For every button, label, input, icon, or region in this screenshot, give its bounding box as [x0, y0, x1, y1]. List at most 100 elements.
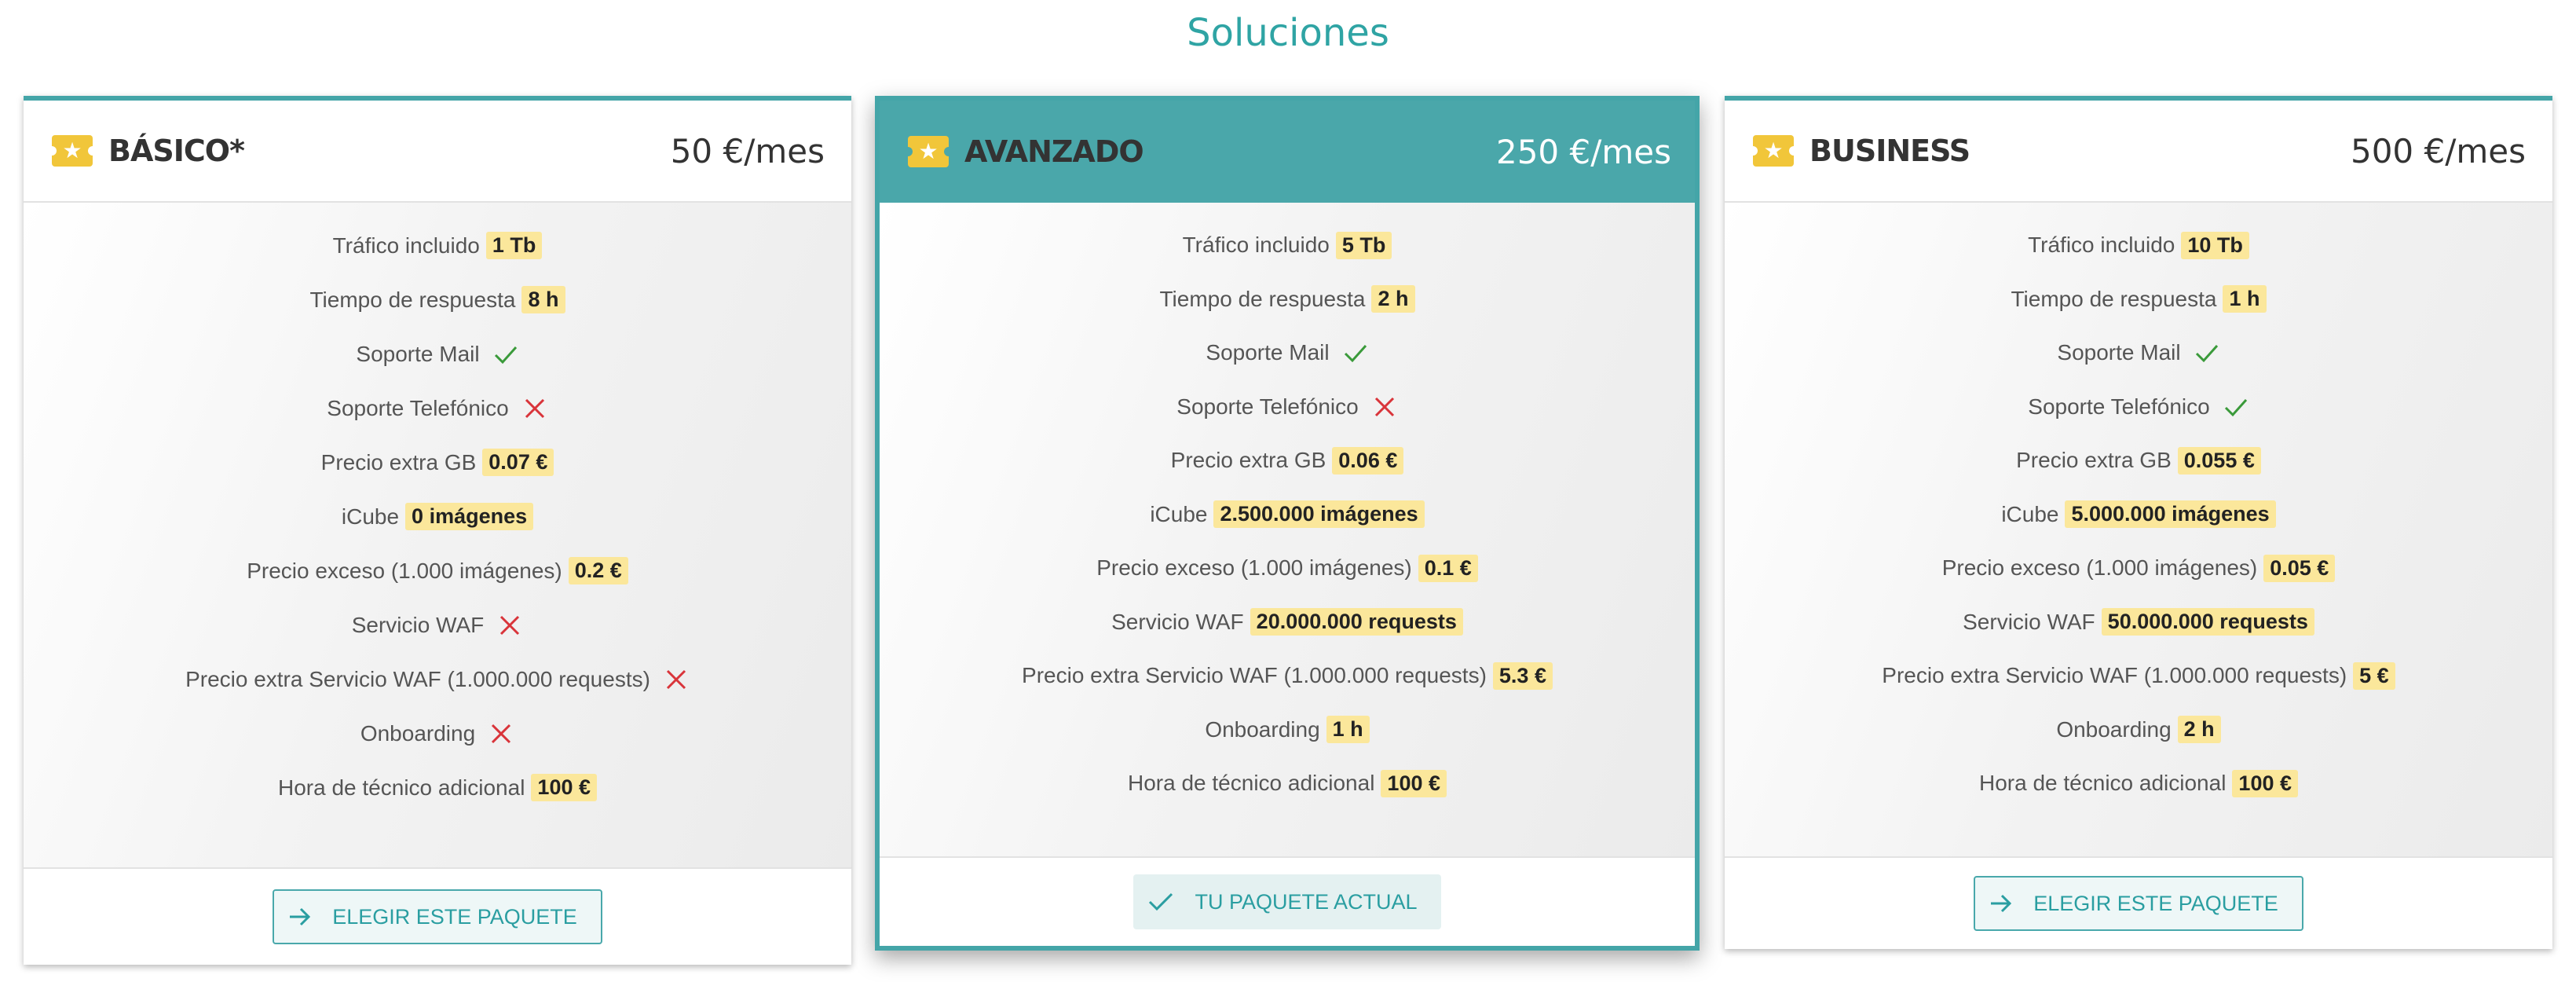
feature-value-badge: 5 Tb [1335, 231, 1392, 259]
cross-icon [488, 720, 514, 747]
plan-price: 50 €/mes [670, 131, 825, 170]
features-list: Tráfico incluido 5 Tb Tiempo de respuesta 2… [880, 203, 1695, 856]
feature-label: Servicio WAF [1963, 609, 2095, 634]
feature-row: Hora de técnico adicional 100 € [24, 760, 851, 815]
features-list: Tráfico incluido 10 Tb Tiempo de respuesta… [1725, 203, 2552, 856]
feature-label: Hora de técnico adicional [1128, 771, 1375, 796]
feature-row: Precio extra GB 0.055 € [1725, 434, 2552, 488]
feature-value-badge: 1 Tb [485, 232, 543, 259]
feature-value-badge: 20.000.000 requests [1250, 608, 1463, 636]
feature-value-badge: 0.06 € [1332, 446, 1404, 475]
feature-value-badge: 100 € [531, 774, 597, 801]
cross-icon [663, 666, 690, 693]
feature-row: Soporte Mail [1725, 326, 2552, 380]
feature-value-badge: 2 h [2177, 716, 2221, 744]
feature-row: Servicio WAF [24, 598, 851, 652]
feature-label: Tiempo de respuesta [309, 287, 516, 312]
feature-label: Precio extra GB [320, 449, 477, 475]
feature-value-badge: 0.055 € [2177, 446, 2261, 475]
feature-label: Hora de técnico adicional [1979, 771, 2227, 796]
feature-value-badge: 100 € [2232, 769, 2298, 797]
feature-row: Hora de técnico adicional 100 € [880, 757, 1695, 811]
feature-row: Servicio WAF 50.000.000 requests [1725, 595, 2552, 650]
check-icon [1149, 892, 1173, 911]
feature-label: Soporte Mail [356, 341, 480, 366]
feature-label: Tiempo de respuesta [1159, 286, 1366, 311]
plan-footer: TU PAQUETE ACTUAL [880, 856, 1695, 946]
choose-plan-button[interactable]: ELEGIR ESTE PAQUETE [1974, 876, 2303, 931]
feature-row: Servicio WAF 20.000.000 requests [880, 595, 1695, 650]
ticket-icon: ★ [903, 136, 953, 167]
plan-header: ★ BUSINESS 500 €/mes [1725, 101, 2552, 203]
feature-row: Precio exceso (1.000 imágenes) 0.05 € [1725, 541, 2552, 595]
feature-row: Tiempo de respuesta 1 h [1725, 273, 2552, 327]
plan-card-avanzado: ★ AVANZADO 250 €/mes Tráfico incluido 5 T… [875, 96, 1700, 951]
feature-row: Precio extra Servicio WAF (1.000.000 req… [1725, 649, 2552, 703]
features-list: Tráfico incluido 1 Tb Tiempo de respuesta 8… [24, 203, 851, 867]
feature-value-badge: 1 h [1326, 716, 1370, 744]
feature-label: Onboarding [1205, 716, 1320, 742]
cross-icon [496, 612, 523, 639]
feature-label: Soporte Telefónico [2028, 394, 2210, 419]
feature-value-badge: 100 € [1381, 769, 1447, 797]
plan-price: 500 €/mes [2350, 131, 2526, 170]
feature-row: Precio extra GB 0.07 € [24, 435, 851, 489]
feature-label: Soporte Mail [1206, 340, 1330, 365]
feature-value-badge: 0 imágenes [405, 503, 534, 530]
feature-label: Precio exceso (1.000 imágenes) [1096, 555, 1412, 581]
arrow-right-icon [1991, 894, 2012, 913]
check-icon [2194, 339, 2220, 366]
feature-row: Tiempo de respuesta 2 h [880, 273, 1695, 327]
feature-row: Soporte Mail [24, 327, 851, 381]
feature-row: Hora de técnico adicional 100 € [1725, 757, 2552, 811]
choose-plan-button[interactable]: ELEGIR ESTE PAQUETE [273, 889, 602, 944]
plan-card-basico: ★ BÁSICO* 50 €/mes Tráfico incluido 1 Tb T… [24, 96, 851, 965]
feature-label: Soporte Mail [2057, 340, 2181, 365]
ticket-icon: ★ [1748, 135, 1798, 167]
arrow-right-icon [290, 907, 311, 926]
feature-row: Precio extra Servicio WAF (1.000.000 req… [24, 652, 851, 706]
plan-name: BÁSICO* [108, 134, 245, 168]
ticket-icon: ★ [47, 135, 97, 167]
feature-value-badge: 5 € [2353, 661, 2395, 690]
feature-label: Servicio WAF [1111, 609, 1244, 634]
feature-value-badge: 5.3 € [1492, 661, 1553, 690]
feature-label: iCube [1150, 501, 1208, 526]
cross-icon [1371, 394, 1398, 420]
plan-footer: ELEGIR ESTE PAQUETE [1725, 856, 2552, 949]
feature-value-badge: 0.07 € [482, 449, 554, 476]
feature-row: Tiempo de respuesta 8 h [24, 273, 851, 327]
button-label: ELEGIR ESTE PAQUETE [2033, 891, 2278, 915]
plan-footer: ELEGIR ESTE PAQUETE [24, 867, 851, 965]
feature-row: Tráfico incluido 1 Tb [24, 218, 851, 273]
feature-row: Soporte Telefónico [1725, 380, 2552, 434]
plan-name: BUSINESS [1809, 134, 1970, 168]
plan-price: 250 €/mes [1495, 132, 1671, 171]
feature-label: Tráfico incluido [1182, 233, 1330, 258]
feature-value-badge: 2.500.000 imágenes [1213, 500, 1425, 529]
button-label: ELEGIR ESTE PAQUETE [332, 904, 577, 929]
plan-header: ★ BÁSICO* 50 €/mes [24, 101, 851, 203]
feature-label: Precio exceso (1.000 imágenes) [1941, 555, 2258, 581]
feature-label: Precio extra GB [1170, 448, 1326, 473]
current-plan-button[interactable]: TU PAQUETE ACTUAL [1133, 874, 1441, 929]
feature-label: iCube [341, 504, 400, 529]
feature-value-badge: 0.05 € [2263, 554, 2336, 582]
feature-row: Precio extra GB 0.06 € [880, 434, 1695, 488]
feature-label: Precio extra Servicio WAF (1.000.000 req… [1022, 663, 1487, 688]
plan-card-business: ★ BUSINESS 500 €/mes Tráfico incluido 10 … [1725, 96, 2552, 949]
feature-row: Tráfico incluido 5 Tb [880, 218, 1695, 273]
feature-row: Soporte Mail [880, 326, 1695, 380]
feature-value-badge: 8 h [521, 286, 565, 313]
feature-label: Precio extra GB [2016, 448, 2172, 473]
feature-row: Onboarding 1 h [880, 703, 1695, 757]
check-icon [492, 341, 519, 368]
feature-row: Precio exceso (1.000 imágenes) 0.2 € [24, 544, 851, 598]
button-label: TU PAQUETE ACTUAL [1195, 889, 1418, 914]
cross-icon [521, 395, 548, 422]
feature-row: iCube 5.000.000 imágenes [1725, 488, 2552, 542]
feature-label: Tráfico incluido [332, 233, 480, 258]
feature-label: Tiempo de respuesta [2011, 286, 2217, 311]
feature-value-badge: 10 Tb [2181, 231, 2249, 259]
feature-row: iCube 2.500.000 imágenes [880, 488, 1695, 542]
